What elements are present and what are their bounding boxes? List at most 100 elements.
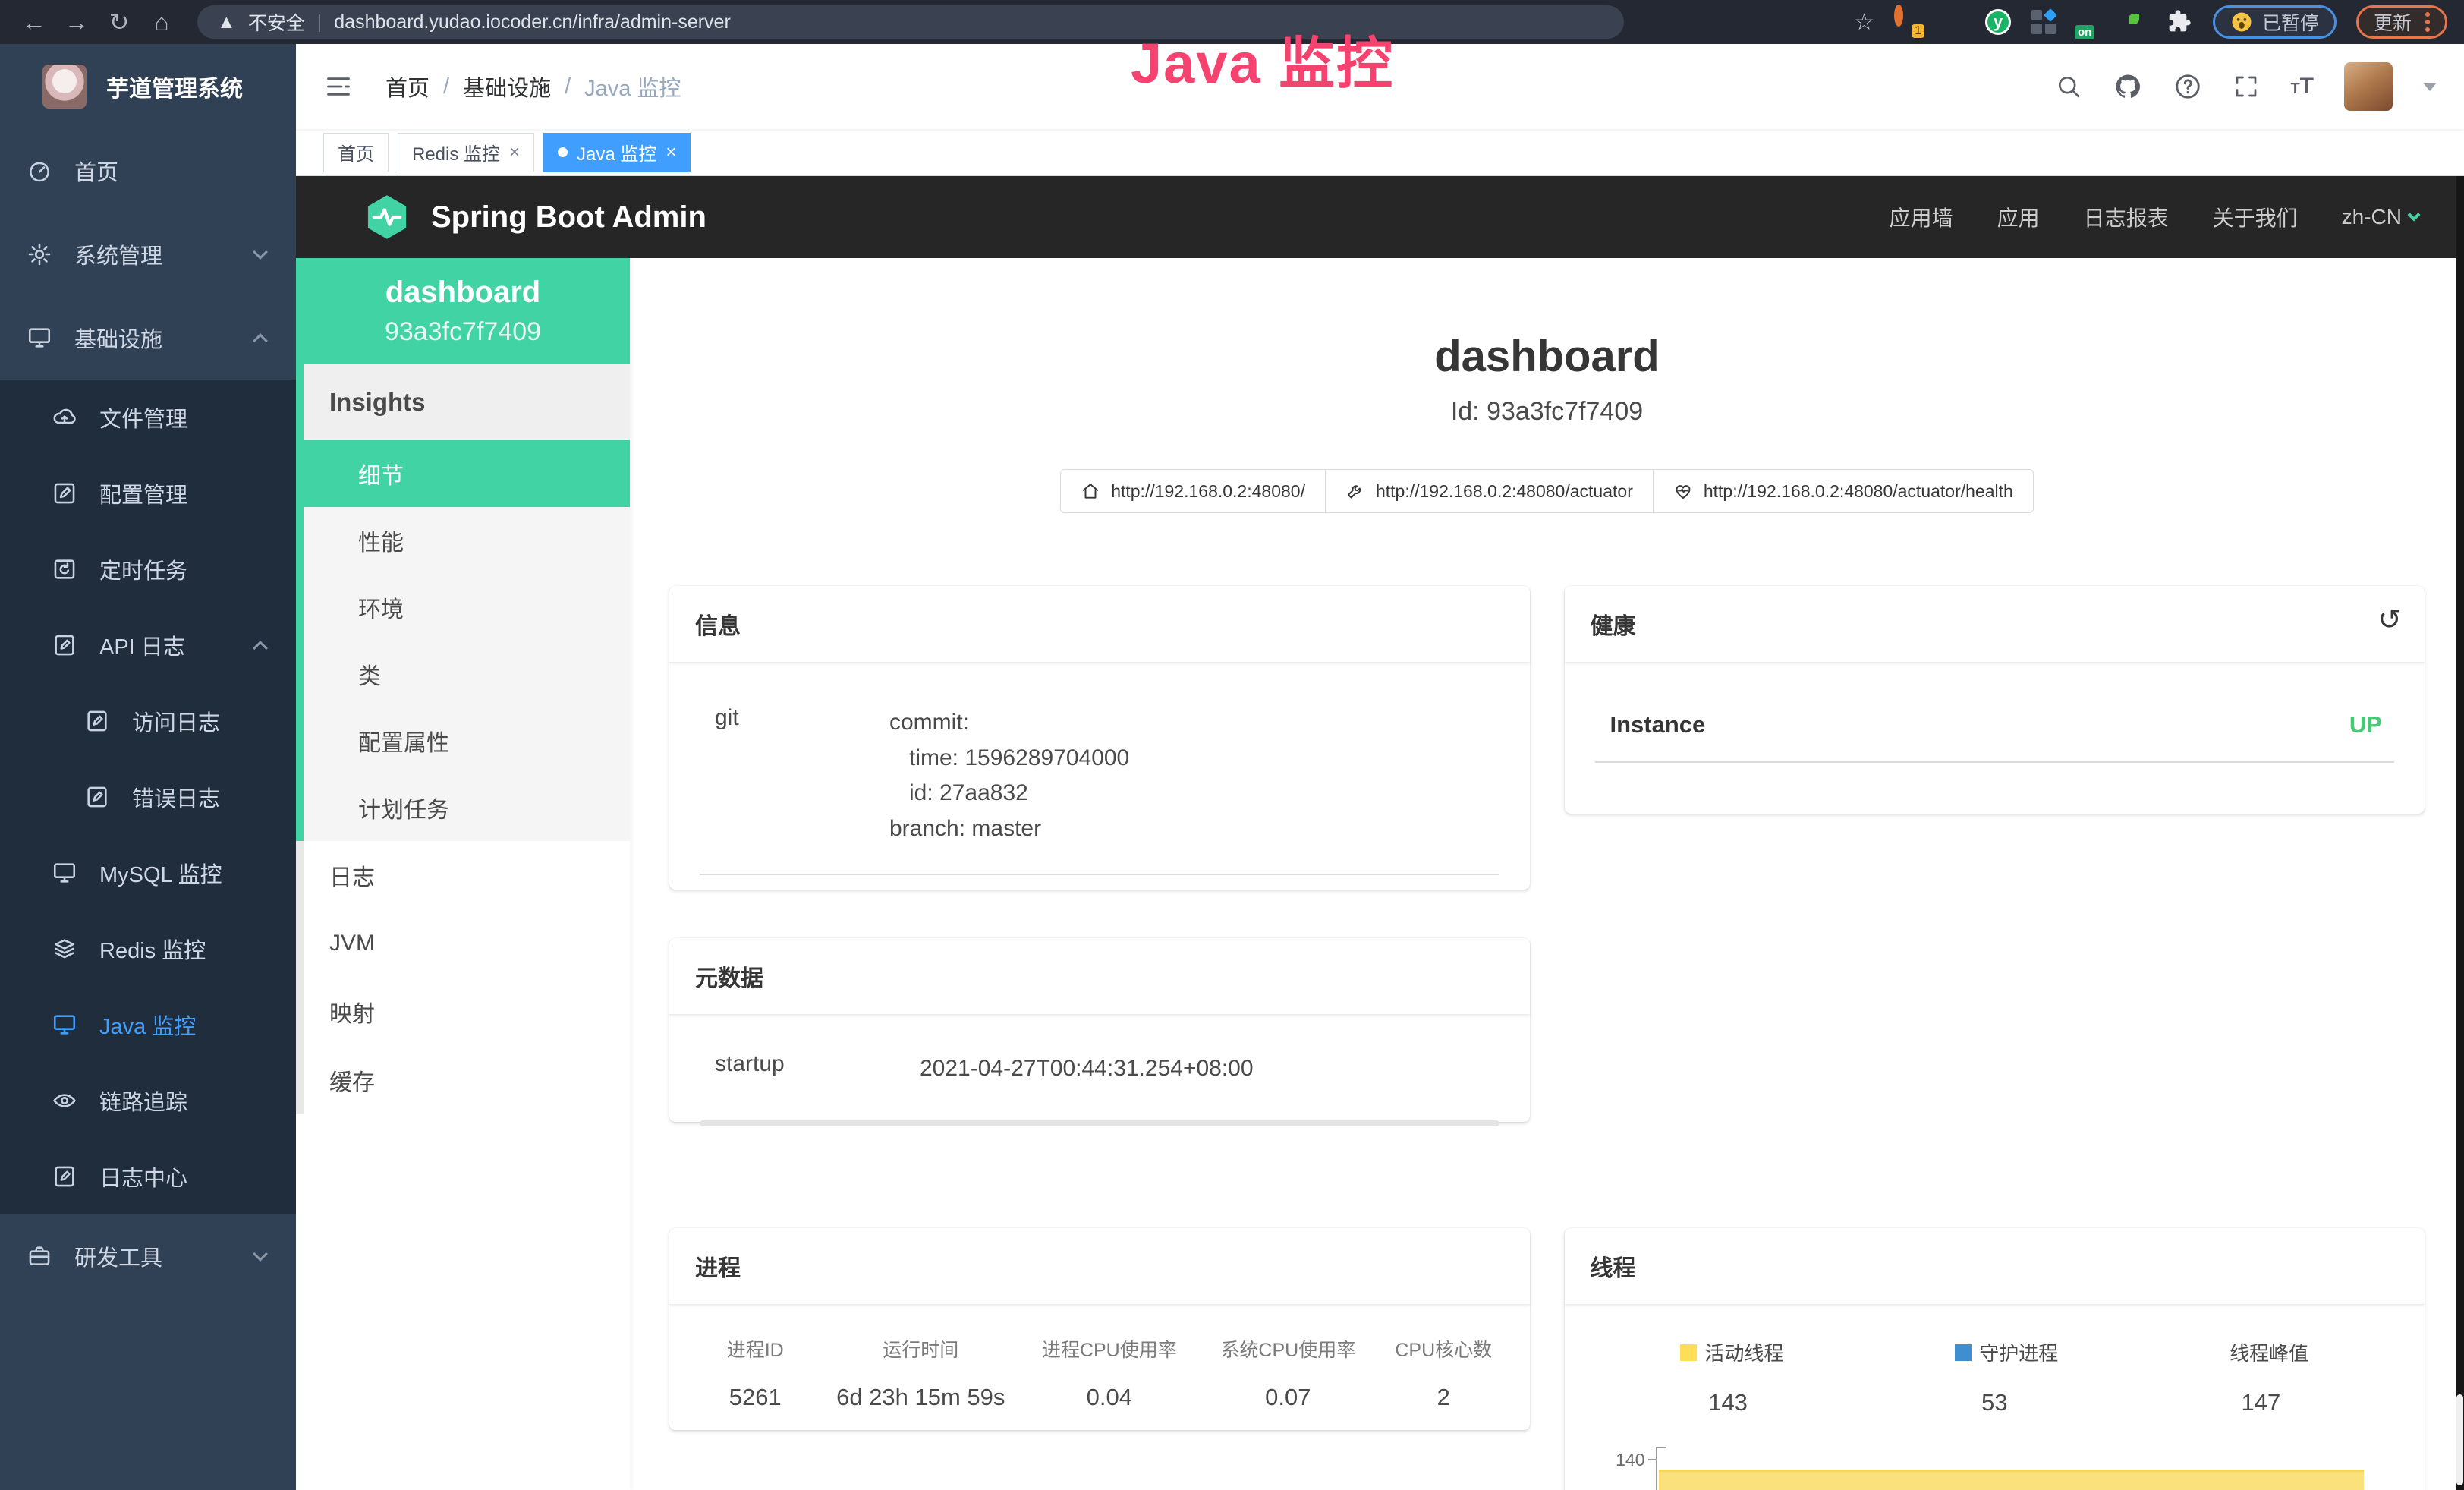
sidebar-item-infra[interactable]: 基础设施	[0, 296, 296, 380]
process-value: 5261	[689, 1384, 821, 1411]
github-icon[interactable]	[2113, 71, 2143, 102]
warning-icon: ▲	[217, 11, 236, 33]
hamburger-icon[interactable]	[323, 72, 354, 101]
sba-item-environment[interactable]: 环境	[304, 574, 630, 641]
scrollbar-thumb[interactable]	[2456, 1394, 2463, 1485]
user-avatar[interactable]	[2344, 62, 2393, 111]
sba-nav-applications[interactable]: 应用	[1997, 202, 2040, 232]
sba-item-logs[interactable]: 日志	[304, 841, 630, 909]
monitor-icon	[26, 325, 53, 351]
extension-icon-switch-on[interactable]: on	[2076, 9, 2102, 35]
insights-group: Insights 细节 性能 环境 类 配置属性 计划任务	[296, 364, 630, 841]
sidebar-item-config-management[interactable]: 配置管理	[0, 455, 296, 531]
sba-item-scheduled[interactable]: 计划任务	[304, 774, 630, 841]
instance-actuator-link[interactable]: http://192.168.0.2:48080/actuator	[1325, 469, 1654, 513]
wrench-icon	[1345, 481, 1365, 501]
horizontal-scrollbar[interactable]	[700, 1120, 1499, 1126]
instance-links: http://192.168.0.2:48080/ http://192.168…	[630, 469, 2464, 513]
gear-icon	[26, 241, 53, 267]
page-scrollbar[interactable]	[2456, 176, 2464, 1490]
sba-brand[interactable]: Spring Boot Admin	[363, 193, 706, 241]
sba-header: Spring Boot Admin 应用墙 应用 日志报表 关于我们 zh-CN	[296, 176, 2464, 258]
extensions-puzzle-icon[interactable]	[2167, 9, 2193, 35]
sba-item-config-props[interactable]: 配置属性	[304, 707, 630, 774]
tab-redis-monitor[interactable]: Redis 监控 ×	[398, 133, 534, 172]
eye-icon	[51, 1088, 78, 1114]
browser-back-icon[interactable]: ←	[17, 8, 52, 36]
breadcrumb-home[interactable]: 首页	[385, 71, 430, 102]
page-title: dashboard	[630, 331, 2464, 382]
sidebar-item-java-monitor[interactable]: Java 监控	[0, 987, 296, 1063]
sba-nav-about[interactable]: 关于我们	[2213, 202, 2298, 232]
sidebar-item-file-management[interactable]: 文件管理	[0, 380, 296, 455]
instance-health-link[interactable]: http://192.168.0.2:48080/actuator/health	[1653, 469, 2034, 513]
extension-icon-pin[interactable]	[1940, 9, 1965, 35]
update-button[interactable]: 更新	[2356, 5, 2447, 39]
process-header: CPU核心数	[1377, 1335, 1509, 1362]
instance-id: 93a3fc7f7409	[385, 317, 541, 347]
breadcrumb-infra[interactable]: 基础设施	[463, 71, 551, 102]
edit-icon	[51, 480, 78, 506]
fullscreen-icon[interactable]	[2233, 73, 2260, 100]
bookmark-star-icon[interactable]: ☆	[1854, 9, 1874, 36]
sba-item-mappings[interactable]: 映射	[304, 978, 630, 1046]
close-icon[interactable]: ×	[509, 142, 520, 163]
sidebar-item-log-center[interactable]: 日志中心	[0, 1139, 296, 1214]
sba-item-metrics[interactable]: 性能	[304, 507, 630, 574]
extension-icon-leaf[interactable]	[2122, 9, 2148, 35]
health-card: 健康 ↺ Instance UP	[1565, 586, 2425, 814]
app-logo-row[interactable]: 芋道管理系统	[0, 44, 296, 129]
address-bar[interactable]: ▲ 不安全 | dashboard.yudao.iocoder.cn/infra…	[197, 5, 1624, 39]
paused-badge[interactable]: 已暂停	[2213, 5, 2337, 39]
help-icon[interactable]	[2173, 72, 2202, 101]
instance-home-link[interactable]: http://192.168.0.2:48080/	[1060, 469, 1326, 513]
sba-item-jvm[interactable]: JVM	[304, 909, 630, 978]
monitor-icon	[51, 1012, 78, 1038]
font-size-icon[interactable]: TT	[2290, 74, 2314, 99]
browser-reload-icon[interactable]: ↻	[102, 8, 137, 36]
browser-menu-icon[interactable]	[2425, 12, 2430, 32]
extension-icon-green[interactable]: y	[1985, 9, 2011, 35]
user-menu-caret-icon[interactable]	[2423, 83, 2437, 91]
browser-home-icon[interactable]: ⌂	[144, 8, 179, 36]
browser-forward-icon[interactable]: →	[59, 8, 94, 36]
insights-group-title: Insights	[304, 364, 630, 440]
process-value: 6d 23h 15m 59s	[821, 1384, 1020, 1411]
tab-home[interactable]: 首页	[323, 133, 389, 172]
cloud-upload-icon	[51, 405, 78, 430]
sidebar-item-tracing[interactable]: 链路追踪	[0, 1063, 296, 1139]
search-icon[interactable]	[2055, 73, 2082, 100]
sba-nav-journal[interactable]: 日志报表	[2084, 202, 2169, 232]
locale-select[interactable]: zh-CN	[2342, 205, 2418, 229]
browser-toolbar-right: ☆ 1 y on 已暂停 更新	[1854, 5, 2447, 39]
metadata-row: startup 2021-04-27T00:44:31.254+08:00	[669, 1015, 1530, 1087]
update-label: 更新	[2374, 8, 2412, 36]
threads-chart: 140 120 100	[1565, 1447, 2425, 1490]
page-instance-id: Id: 93a3fc7f7409	[630, 397, 2464, 427]
daemon-threads-value: 53	[1918, 1389, 2070, 1416]
sba-item-caches[interactable]: 缓存	[304, 1046, 630, 1114]
sba-nav-wallboard[interactable]: 应用墙	[1890, 202, 1953, 232]
address-url: dashboard.yudao.iocoder.cn/infra/admin-s…	[334, 11, 731, 33]
sidebar-item-home[interactable]: 首页	[0, 129, 296, 213]
sidebar-item-dev-tools[interactable]: 研发工具	[0, 1214, 296, 1298]
sidebar-item-api-logs[interactable]: API 日志	[0, 607, 296, 683]
sba-item-details[interactable]: 细节	[304, 440, 630, 507]
extension-icon-grid[interactable]	[2031, 9, 2056, 35]
history-icon[interactable]: ↺	[2377, 603, 2402, 637]
surprised-emoji-icon	[2230, 11, 2253, 33]
sidebar-item-mysql-monitor[interactable]: MySQL 监控	[0, 835, 296, 911]
paused-label: 已暂停	[2262, 8, 2319, 36]
chevron-down-icon	[253, 1246, 268, 1262]
sidebar-item-error-logs[interactable]: 错误日志	[0, 759, 296, 835]
sba-item-classes[interactable]: 类	[304, 641, 630, 707]
annotation-text: Java 监控	[1131, 18, 1394, 99]
sidebar-item-access-logs[interactable]: 访问日志	[0, 683, 296, 759]
extension-icon-colorpicker[interactable]: 1	[1894, 9, 1920, 35]
close-icon[interactable]: ×	[666, 142, 676, 163]
info-key: git	[715, 705, 889, 846]
sidebar-item-system[interactable]: 系统管理	[0, 213, 296, 296]
sidebar-item-scheduled-tasks[interactable]: 定时任务	[0, 531, 296, 607]
sidebar-item-redis-monitor[interactable]: Redis 监控	[0, 911, 296, 987]
tab-java-monitor[interactable]: Java 监控 ×	[543, 133, 691, 172]
